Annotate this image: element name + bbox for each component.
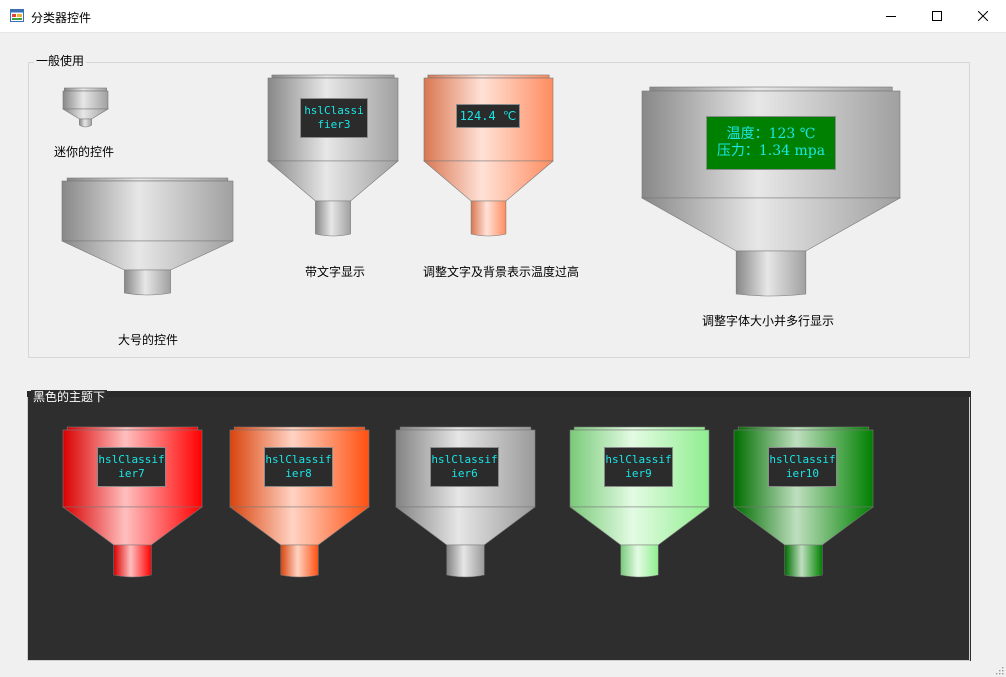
classifier-temp-line: 124.4 ℃ (459, 108, 517, 123)
classifier-large-shape (61, 177, 234, 296)
classifier-large (61, 177, 234, 296)
classifier-text-display: hslClassi fier3 (300, 98, 368, 138)
classifier-dark-gray-line: hslClassif (431, 453, 498, 466)
classifier-dark-green-line: ier10 (785, 467, 820, 480)
classifier-dark-lightgreen-line: ier9 (625, 467, 652, 480)
app-form-icon (10, 9, 24, 22)
classifier-dark-lightgreen-display: hslClassif ier9 (604, 447, 673, 487)
classifier-multi-line: 压力：1.34 mpa (716, 143, 826, 159)
classifier-dark-green-line: hslClassif (769, 453, 836, 466)
close-button[interactable] (960, 0, 1006, 32)
classifier-dark-gray-line: ier6 (451, 467, 478, 480)
classifier-dark-green-display: hslClassif ier10 (768, 447, 837, 487)
classifier-multi-line: 温度：123 ℃ (726, 126, 816, 142)
classifier-dark-red-line: hslClassif (98, 453, 165, 466)
classifier-temp-caption: 调整文字及背景表示温度过高 (423, 265, 580, 279)
window-title: 分类器控件 (31, 11, 92, 25)
classifier-multi-caption: 调整字体大小并多行显示 (702, 314, 835, 328)
classifier-text-caption: 带文字显示 (305, 265, 366, 279)
classifier-multi-display: 温度：123 ℃ 压力：1.34 mpa (706, 116, 836, 170)
classifier-mini (61, 87, 110, 128)
close-icon (978, 11, 988, 21)
classifier-dark-gray-display: hslClassif ier6 (430, 447, 499, 487)
classifier-temp-shape (423, 74, 554, 237)
classifier-dark-orange-line: hslClassif (265, 453, 332, 466)
minimize-button[interactable] (868, 0, 914, 32)
classifier-dark-lightgreen-line: hslClassif (605, 453, 672, 466)
classifier-dark-orange-line: ier8 (285, 467, 312, 480)
classifier-dark-red-display: hslClassif ier7 (97, 447, 166, 487)
maximize-button[interactable] (914, 0, 960, 32)
classifier-dark-red-line: ier7 (118, 467, 145, 480)
maximize-icon (932, 11, 942, 21)
classifier-text-line: fier3 (317, 118, 351, 131)
classifier-temp (423, 74, 554, 237)
resize-grip-icon[interactable] (994, 665, 1004, 675)
classifier-temp-display: 124.4 ℃ (456, 104, 520, 128)
classifier-mini-caption: 迷你的控件 (54, 145, 115, 159)
classifier-text-line: hslClassi (304, 104, 364, 117)
classifier-dark-orange-display: hslClassif ier8 (264, 447, 333, 487)
group-normal-usage-title: 一般使用 (34, 54, 87, 68)
classifier-large-caption: 大号的控件 (118, 333, 179, 347)
title-bar: 分类器控件 (0, 0, 1006, 33)
group-dark-theme-title: 黑色的主题下 (31, 390, 108, 404)
classifier-mini-shape (61, 87, 110, 128)
minimize-icon (886, 16, 896, 17)
